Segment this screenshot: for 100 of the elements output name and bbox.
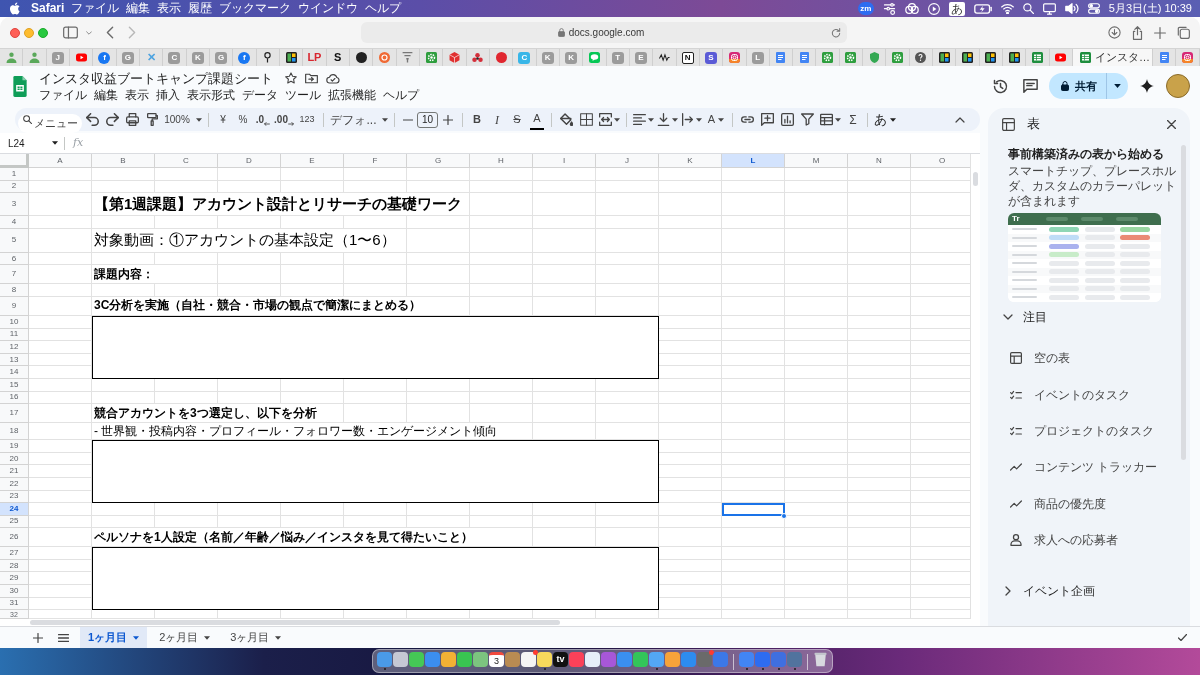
scrollbar[interactable] — [973, 172, 978, 186]
bold-button[interactable]: B — [467, 109, 487, 130]
tv-app-icon[interactable]: tv — [553, 652, 568, 667]
template-item[interactable]: コンテンツ トラッカー — [988, 449, 1190, 486]
share-icon[interactable] — [1132, 25, 1143, 40]
back-icon[interactable] — [106, 26, 114, 39]
menu-item[interactable]: ヘルプ — [383, 86, 419, 103]
column-header[interactable]: G — [407, 154, 470, 168]
app-icon[interactable] — [521, 652, 536, 667]
document-icon[interactable] — [1158, 52, 1170, 63]
chevron-down-icon[interactable] — [86, 30, 92, 35]
search-icon[interactable] — [1022, 3, 1034, 14]
menu-item[interactable]: 履歴 — [188, 1, 213, 16]
section-header[interactable]: イベント企画 — [988, 581, 1190, 602]
pinned-tab[interactable]: S — [334, 52, 342, 63]
functions-button[interactable]: Σ — [843, 109, 863, 130]
column-header[interactable]: N — [848, 154, 911, 168]
control-center-icon[interactable] — [1087, 3, 1100, 14]
row-number[interactable]: 18 — [0, 423, 29, 441]
shield-icon[interactable] — [868, 52, 880, 63]
strikethrough-button[interactable]: S — [507, 109, 527, 130]
pin-icon[interactable] — [262, 52, 274, 63]
answer-box[interactable] — [92, 440, 659, 504]
row-number[interactable]: 1 — [0, 168, 29, 181]
column-header[interactable]: F — [344, 154, 407, 168]
column-header[interactable]: E — [281, 154, 344, 168]
decrease-decimal-button[interactable]: .0 — [253, 109, 273, 130]
app-icon[interactable] — [537, 652, 552, 667]
comments-button[interactable] — [1020, 76, 1040, 96]
sidebar-icon[interactable] — [63, 26, 78, 39]
apple-icon[interactable] — [10, 2, 21, 15]
menu-item[interactable]: ブックマーク — [219, 1, 292, 16]
menu-search-field[interactable]: メニュー — [18, 113, 82, 133]
app-icon[interactable] — [585, 652, 600, 667]
download-icon[interactable] — [1108, 26, 1121, 39]
fill-handle[interactable] — [781, 512, 787, 519]
row-number[interactable]: 24 — [0, 503, 29, 516]
spreadsheet-icon[interactable] — [1032, 52, 1044, 63]
answer-box[interactable] — [92, 547, 659, 611]
column-header[interactable]: K — [659, 154, 722, 168]
app-icon[interactable] — [441, 652, 456, 667]
scrollbar[interactable] — [1181, 145, 1186, 460]
font-size-field[interactable]: 10 — [417, 111, 438, 128]
template-item[interactable]: 求人への応募者 — [988, 521, 1190, 559]
calendar-app-icon[interactable]: 3 — [489, 652, 504, 667]
app-icon[interactable] — [393, 652, 408, 667]
input-tools-menu[interactable]: あ — [872, 109, 898, 130]
close-window-button[interactable] — [10, 27, 20, 38]
gear-icon[interactable] — [892, 52, 904, 63]
dot-icon[interactable] — [355, 52, 367, 63]
template-item[interactable]: 商品の優先度 — [988, 485, 1190, 522]
row-number[interactable]: 12 — [0, 341, 29, 354]
menu-item[interactable]: 拡張機能 — [328, 86, 376, 103]
menu-item[interactable]: 編集 — [94, 86, 118, 103]
row-number[interactable]: 21 — [0, 465, 29, 478]
chat-bubble-icon[interactable] — [588, 52, 600, 63]
spreadsheet-logo-icon[interactable] — [13, 75, 27, 97]
address-field[interactable]: docs.google.com — [361, 22, 847, 43]
tile-grid-icon[interactable] — [985, 52, 997, 63]
gemini-button[interactable] — [1139, 78, 1155, 94]
zoom-window-button[interactable] — [38, 27, 48, 38]
text-rotation-button[interactable]: A — [704, 109, 728, 130]
menu-item[interactable]: 表示 — [125, 86, 149, 103]
dot-icon[interactable] — [495, 52, 507, 63]
star-icon[interactable] — [285, 72, 297, 84]
column-header[interactable]: L — [722, 154, 785, 168]
wifi-icon[interactable] — [1000, 3, 1014, 14]
menu-item[interactable]: ヘルプ — [365, 1, 402, 16]
italic-button[interactable]: I — [487, 109, 507, 130]
pinned-tab[interactable]: N — [681, 51, 694, 64]
share-options-button[interactable] — [1106, 73, 1128, 99]
row-number[interactable]: 7 — [0, 265, 29, 285]
active-tab[interactable]: インスタ… — [1073, 49, 1154, 66]
cloud-check-icon[interactable] — [326, 72, 340, 84]
increase-decimal-button[interactable]: .00 — [273, 109, 295, 130]
display-icon[interactable] — [1042, 2, 1056, 15]
sliders-icon[interactable] — [882, 2, 896, 15]
document-icon[interactable] — [798, 52, 810, 63]
column-header[interactable]: M — [785, 154, 848, 168]
column-header[interactable]: A — [29, 154, 92, 168]
tick-icon[interactable] — [1178, 634, 1187, 641]
close-button[interactable] — [1164, 117, 1178, 131]
app-menu[interactable]: Safari — [31, 1, 65, 16]
menu-item[interactable]: ウインドウ — [298, 1, 359, 16]
tile-grid-icon[interactable] — [962, 52, 974, 63]
template-item[interactable]: プロジェクトのタスク — [988, 412, 1190, 450]
row-number[interactable]: 5 — [0, 228, 29, 253]
overlapping-circles-icon[interactable] — [904, 3, 919, 14]
share-button[interactable]: 共有 — [1049, 73, 1106, 99]
menu-item[interactable]: ツール — [285, 86, 321, 103]
menu-item[interactable]: 表示 — [157, 1, 182, 16]
reload-icon[interactable] — [831, 27, 841, 38]
input-mode-indicator[interactable]: あ — [948, 1, 965, 16]
flower-icon[interactable] — [472, 52, 484, 63]
row-number[interactable]: 4 — [0, 216, 29, 229]
gear-icon[interactable] — [845, 52, 857, 63]
document-icon[interactable] — [775, 52, 787, 63]
column-header[interactable]: O — [911, 154, 970, 168]
template-item[interactable]: イベントのタスク — [988, 376, 1190, 413]
row-number[interactable]: 19 — [0, 440, 29, 453]
